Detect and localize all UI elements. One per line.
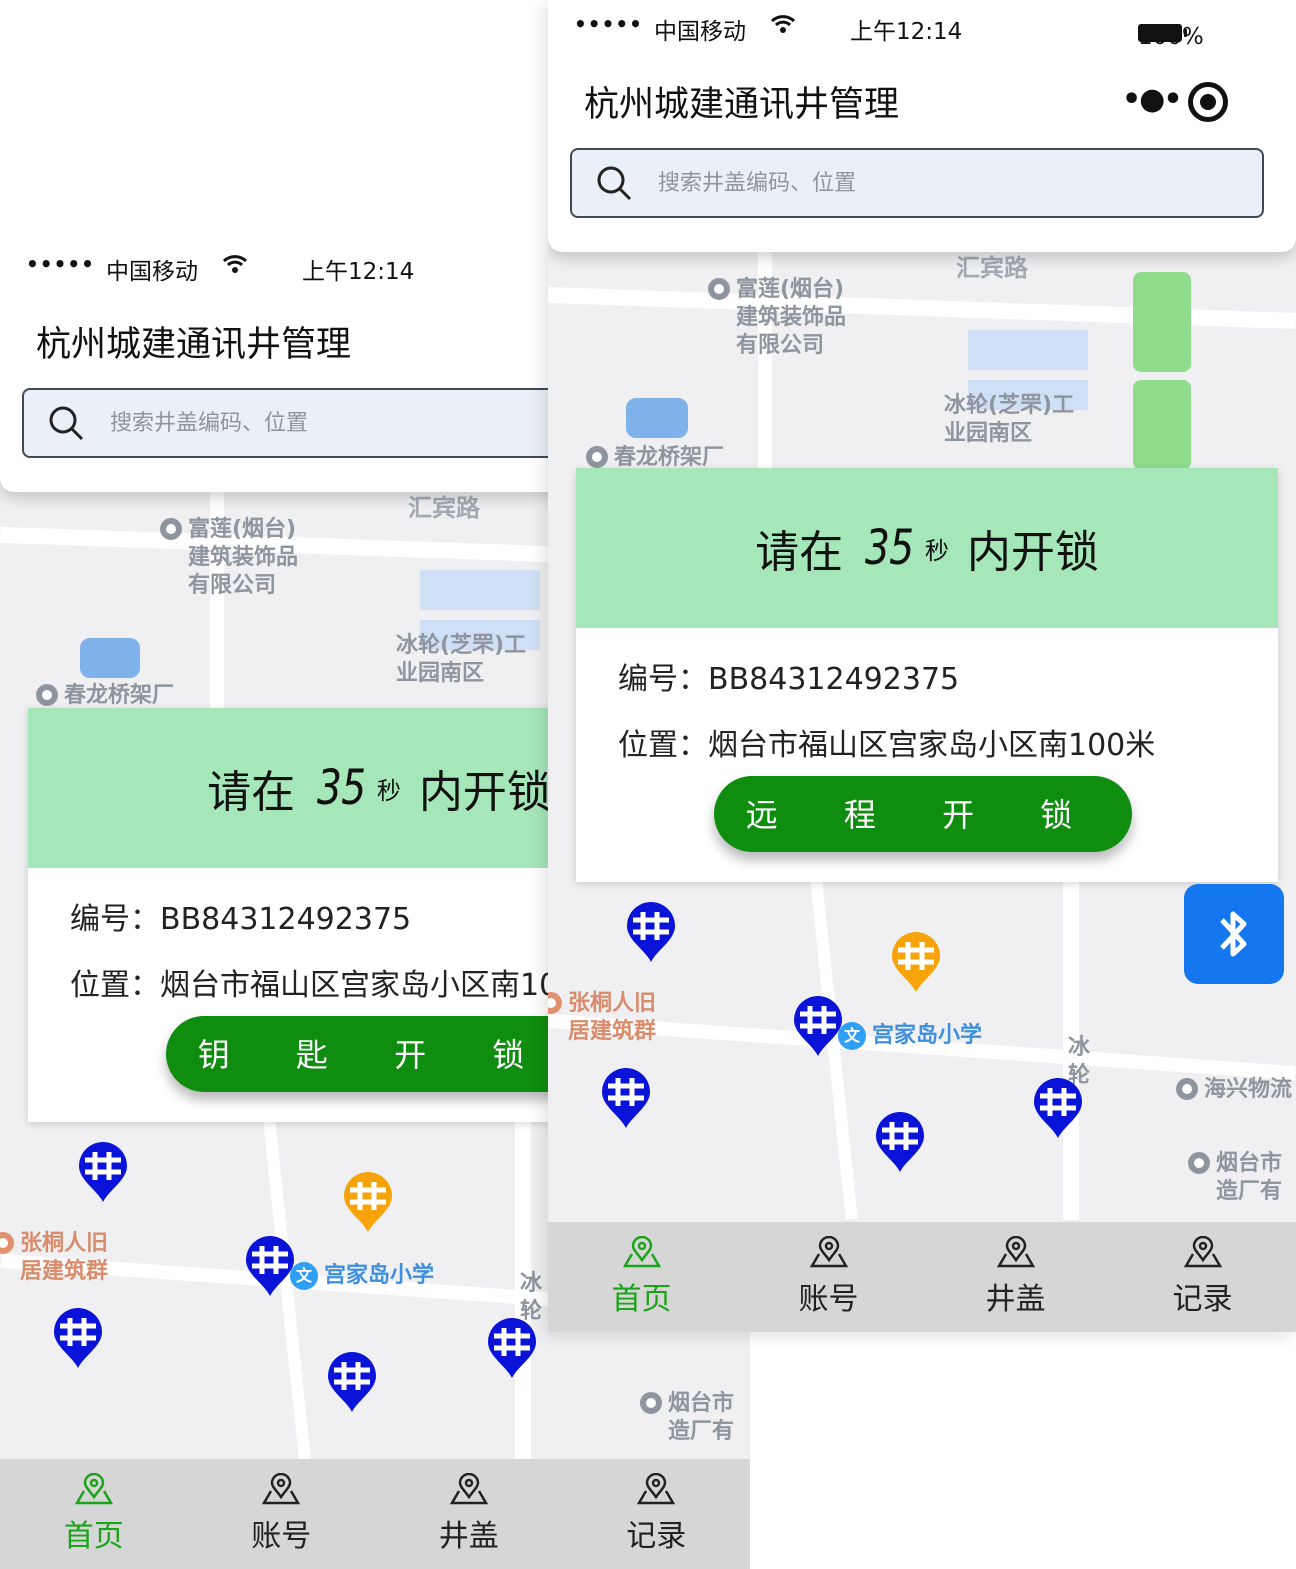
map-poi[interactable]: 张桐人旧 居建筑群 [548,990,656,1046]
wifi-icon [222,254,248,280]
countdown-seconds: 35 [865,520,915,576]
search-icon [597,166,632,201]
wifi-icon [770,14,796,40]
signal-indicator: ••••• [574,12,643,36]
manhole-marker[interactable] [792,994,844,1058]
countdown-prefix: 请在 [755,527,844,578]
tab-records[interactable]: 记录 [1109,1222,1296,1332]
map-label-road: 汇宾路 [956,254,1028,282]
map-pin-icon [637,1473,676,1505]
tab-records[interactable]: 记录 [563,1459,751,1569]
map-pin-icon [449,1473,488,1505]
carrier-name: 中国移动 [106,259,198,285]
countdown-unit: 秒 [924,536,949,565]
app-title: 杭州城建通讯井管理 [584,85,900,125]
poi-pin-icon [586,446,608,468]
map-poi[interactable]: 春龙桥架厂 [36,682,174,710]
bluetooth-button[interactable] [1184,884,1284,984]
countdown-prefix: 请在 [207,767,296,818]
countdown-suffix: 内开锁 [966,527,1099,578]
search-input[interactable] [656,169,1220,197]
manhole-marker[interactable] [1032,1076,1084,1140]
poi-pin-icon [36,684,58,706]
manhole-location: 位置：烟台市福山区宫家岛小区南100米 [618,728,1156,763]
manhole-id: 编号：BB84312492375 [618,662,960,697]
manhole-marker[interactable] [52,1306,104,1370]
tab-account[interactable]: 账号 [735,1222,922,1332]
manhole-marker[interactable] [874,1110,926,1174]
signal-indicator: ••••• [26,252,95,276]
poi-pin-icon [708,278,730,300]
manhole-marker[interactable] [890,930,942,994]
poi-pin-icon [1188,1152,1210,1174]
tab-home[interactable]: 首页 [0,1459,188,1569]
map-poi[interactable]: 文 宫家岛小学 [838,1022,982,1050]
status-bar: ••••• 中国移动 上午12:14 100% [548,0,1296,52]
tab-bar: 首页 账号 井盖 记录 [0,1459,750,1569]
key-unlock-button[interactable]: 钥 匙 开 锁 [166,1016,584,1092]
poi-pin-icon [1176,1078,1198,1100]
carrier-name: 中国移动 [654,19,746,45]
map-poi[interactable]: 张桐人旧 居建筑群 [0,1230,108,1286]
map-poi[interactable]: 烟台市 造厂有 [640,1390,734,1446]
app-header: ••••• 中国移动 上午12:14 100% 杭州城建通讯井管理 •●• [548,0,1296,252]
countdown-suffix: 内开锁 [418,767,551,818]
battery-icon [1138,24,1187,42]
tab-home[interactable]: 首页 [548,1222,735,1332]
tab-account[interactable]: 账号 [188,1459,376,1569]
map-pin-icon [1183,1236,1222,1268]
app-title: 杭州城建通讯井管理 [36,325,352,365]
manhole-marker[interactable] [342,1170,394,1234]
search-bar[interactable] [570,148,1264,218]
map-label-road: 汇宾路 [408,494,480,522]
poi-pin-icon [0,1232,14,1254]
map-poi[interactable]: 海兴物流 [1176,1076,1292,1104]
more-options-icon[interactable]: •●• [1122,82,1183,117]
close-miniprogram-icon[interactable] [1188,82,1228,122]
remote-unlock-button[interactable]: 远 程 开 锁 [714,776,1132,852]
status-time: 上午12:14 [850,19,963,45]
poi-pin-icon [160,518,182,540]
map-poi[interactable]: 富莲(烟台) 建筑装饰品 有限公司 [708,276,846,360]
tab-manhole[interactable]: 井盖 [375,1459,563,1569]
manhole-marker[interactable] [326,1350,378,1414]
map-pin-icon [996,1236,1035,1268]
countdown-banner: 请在 35 秒 内开锁 [576,468,1278,628]
search-icon [49,406,84,441]
tab-manhole[interactable]: 井盖 [922,1222,1109,1332]
map-pin-icon [622,1236,661,1268]
manhole-marker[interactable] [244,1234,296,1298]
map-poi[interactable]: 富莲(烟台) 建筑装饰品 有限公司 [160,516,298,600]
map-pin-icon [262,1473,301,1505]
poi-pin-icon [640,1392,662,1414]
unlock-popup: 请在 35 秒 内开锁 编号：BB84312492375 位置：烟台市福山区宫家… [576,468,1278,882]
bluetooth-icon [1220,911,1247,957]
poi-pin-icon [548,992,562,1014]
countdown-unit: 秒 [376,776,401,805]
map-poi[interactable]: 烟台市 造厂有 [1188,1150,1282,1206]
tab-bar: 首页 账号 井盖 记录 [548,1222,1296,1332]
map-label-poi: 冰轮(芝罘)工 业园南区 [944,393,1075,446]
phone-screen-remote-unlock: 汇宾路 富莲(烟台) 建筑装饰品 有限公司 冰轮(芝罘)工 业园南区 春龙桥架厂… [548,0,1296,1332]
manhole-marker[interactable] [77,1140,129,1204]
manhole-marker[interactable] [600,1066,652,1130]
countdown-seconds: 35 [317,760,367,816]
map-pin-icon [809,1236,848,1268]
manhole-marker[interactable] [486,1316,538,1380]
map-poi[interactable]: 文 宫家岛小学 [290,1262,434,1290]
map-label-poi: 冰轮(芝罘)工 业园南区 [396,633,527,686]
manhole-marker[interactable] [625,900,677,964]
status-time: 上午12:14 [302,259,415,285]
map-pin-icon [74,1473,113,1505]
